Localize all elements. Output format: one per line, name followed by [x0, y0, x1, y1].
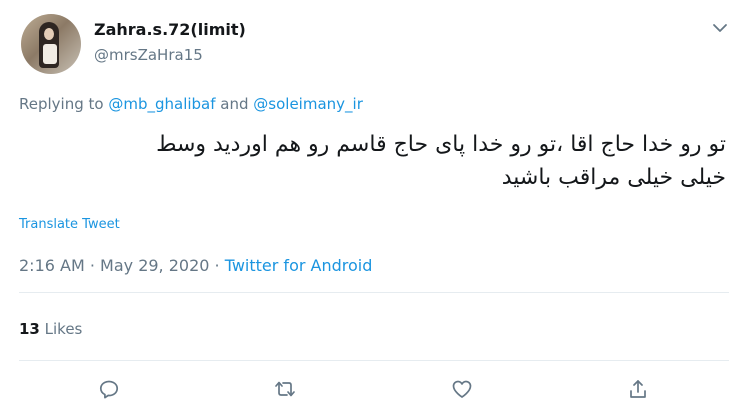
- divider: [19, 360, 729, 361]
- likes-number: 13: [19, 320, 40, 338]
- mention-link[interactable]: @soleimany_ir: [253, 95, 363, 113]
- replying-to: Replying to @mb_ghalibaf and @soleimany_…: [19, 95, 363, 113]
- tweet-time[interactable]: 2:16 AM: [19, 256, 85, 275]
- likes-label: Likes: [39, 320, 83, 338]
- display-name[interactable]: Zahra.s.72(limit): [94, 20, 246, 39]
- replying-to-joiner: and: [215, 95, 254, 113]
- user-handle[interactable]: @mrsZaHra15: [94, 46, 203, 64]
- share-icon[interactable]: [624, 375, 652, 403]
- tweet-date[interactable]: May 29, 2020: [100, 256, 209, 275]
- tweet-source-link[interactable]: Twitter for Android: [225, 256, 373, 275]
- retweet-icon[interactable]: [271, 375, 299, 403]
- heart-icon[interactable]: [448, 375, 476, 403]
- reply-icon[interactable]: [95, 375, 123, 403]
- tweet-text-line: تو رو خدا حاج اقا ،تو رو خدا پای حاج قاس…: [156, 132, 726, 157]
- translate-tweet-link[interactable]: Translate Tweet: [19, 217, 120, 232]
- tweet-text: تو رو خدا حاج اقا ،تو رو خدا پای حاج قاس…: [19, 128, 726, 194]
- likes-count[interactable]: 13 Likes: [19, 320, 82, 338]
- meta-separator: ·: [209, 256, 225, 275]
- chevron-down-icon[interactable]: [710, 18, 730, 38]
- meta-separator: ·: [84, 256, 101, 275]
- tweet-meta: 2:16 AM · May 29, 2020 · Twitter for And…: [19, 256, 372, 275]
- replying-to-label: Replying to: [19, 95, 109, 113]
- mention-link[interactable]: @mb_ghalibaf: [108, 95, 215, 113]
- avatar[interactable]: [21, 14, 81, 74]
- tweet-text-line: خیلی خیلی مراقب باشید: [501, 165, 726, 190]
- divider: [19, 292, 729, 293]
